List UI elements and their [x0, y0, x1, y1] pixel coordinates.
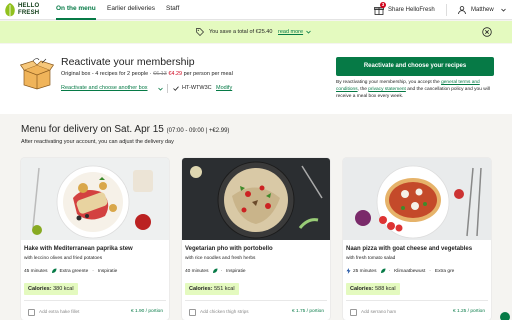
user-name: Matthew — [471, 7, 494, 13]
leaf-icon — [381, 268, 386, 273]
recipe-tag: Extra greente — [59, 268, 89, 274]
recipe-title: Vegetarian pho with portobello — [185, 246, 273, 252]
menu-title: Menu for delivery on Sat. Apr 15 (07:00 … — [21, 124, 230, 135]
recipe-meta: 25 minutes · Klimaatbewust · Extra gre — [346, 268, 458, 274]
recipe-photo — [182, 158, 330, 240]
recipe-tag: Extra gre — [434, 268, 455, 274]
tab-earlier-deliveries[interactable]: Earlier deliveries — [107, 0, 155, 20]
calories-badge: Calories: 380 kcal — [24, 283, 78, 295]
recipe-subtitle: with fresh tomato salad — [346, 256, 396, 261]
recipe-meta: 45 minutes Extra greente · Inspiratie — [24, 268, 118, 274]
legal-text: By reactivating your membership, you acc… — [336, 80, 490, 99]
addon-label: Add serrano ham — [361, 309, 397, 314]
divider — [24, 300, 166, 301]
hellofresh-logo[interactable]: HELLO FRESH — [4, 2, 44, 18]
recipe-photo — [21, 158, 169, 240]
modify-code-link[interactable]: Modify — [216, 85, 232, 91]
recipe-subtitle: with leccino olives and fried potatoes — [24, 256, 103, 261]
recipe-meta: 40 minutes · Inspiratie — [185, 268, 246, 274]
addon-checkbox[interactable] — [189, 309, 196, 316]
leaf-icon — [213, 268, 218, 273]
close-icon[interactable] — [482, 27, 492, 37]
help-chat-button[interactable] — [500, 312, 510, 320]
recipe-tag: Inspiratie — [97, 268, 118, 274]
recipe-photo — [343, 158, 491, 240]
savings-banner: You save a total of €25.40 read more — [0, 21, 512, 43]
prep-time: 45 minutes — [24, 268, 48, 274]
recipe-card[interactable]: Vegetarian pho with portobello with rice… — [182, 158, 330, 320]
divider — [167, 84, 168, 93]
addon-price: € 1.75 / portion — [291, 309, 324, 314]
tab-on-the-menu[interactable]: On the menu — [56, 0, 96, 20]
lightning-icon — [346, 268, 351, 274]
savings-message: You save a total of €25.40 — [209, 29, 273, 35]
addon-price: € 1.90 / portion — [130, 309, 163, 314]
reactivate-button[interactable]: Reactivate and choose your recipes — [336, 57, 494, 76]
prep-time: 25 minutes — [353, 268, 377, 274]
recipe-card[interactable]: Hake with Mediterranean paprika stew wit… — [21, 158, 169, 320]
checkmark-icon — [173, 86, 179, 91]
leaf-icon — [52, 268, 57, 273]
recipe-title: Naan pizza with goat cheese and vegetabl… — [346, 246, 473, 252]
recipe-tag: Klimaatbewust — [394, 268, 426, 274]
addon-label: Add chicken thigh strips — [200, 309, 249, 314]
old-price: €6.13 — [153, 71, 167, 77]
reactivate-section: Reactivate your membership Original box … — [0, 44, 512, 114]
divider — [185, 300, 327, 301]
chevron-down-icon[interactable] — [158, 87, 163, 91]
addon-checkbox[interactable] — [28, 309, 35, 316]
chevron-down-icon — [501, 8, 506, 12]
addon-price: € 1.25 / portion — [452, 309, 485, 314]
recipe-subtitle: with rice noodles and fresh herbs — [185, 256, 256, 261]
top-nav: HELLO FRESH On the menu Earlier deliverie… — [0, 0, 512, 20]
privacy-link[interactable]: privacy statement — [368, 87, 406, 92]
tab-staff[interactable]: Staff — [166, 0, 179, 20]
divider — [346, 300, 488, 301]
share-label: Share HelloFresh — [388, 7, 435, 13]
chevron-down-icon[interactable] — [306, 30, 311, 34]
recipe-title: Hake with Mediterranean paprika stew — [24, 246, 133, 252]
logo-text: HELLO FRESH — [18, 3, 40, 16]
recipe-card[interactable]: Naan pizza with goat cheese and vegetabl… — [343, 158, 491, 320]
box-info: Original box - 4 recipes for 2 people · … — [61, 71, 233, 77]
addon-checkbox[interactable] — [350, 309, 357, 316]
calories-badge: Calories: 588 kcal — [346, 283, 400, 295]
box-illustration-icon — [20, 58, 54, 90]
nav-divider — [446, 4, 447, 16]
recipe-tag: Inspiratie — [226, 268, 246, 274]
calories-badge: Calories: 551 kcal — [185, 283, 239, 295]
menu-subtitle: After reactivating your account, you can… — [21, 139, 174, 145]
delivery-time: (07:00 - 09:00 | +€2.99) — [166, 128, 230, 134]
choose-another-box-link[interactable]: Reactivate and choose another box — [61, 85, 148, 91]
prep-time: 40 minutes — [185, 268, 209, 274]
read-more-link[interactable]: read more — [278, 21, 303, 43]
user-icon — [458, 6, 466, 14]
new-price: €4.29 — [168, 71, 183, 77]
reactivate-title: Reactivate your membership — [61, 56, 195, 68]
share-count-badge: 3 — [380, 2, 386, 8]
lime-logo-icon — [5, 3, 15, 17]
discount-code: HT-WTW3C — [182, 85, 212, 91]
tag-icon — [196, 28, 204, 36]
addon-label: Add extra hake fillet — [39, 309, 80, 314]
